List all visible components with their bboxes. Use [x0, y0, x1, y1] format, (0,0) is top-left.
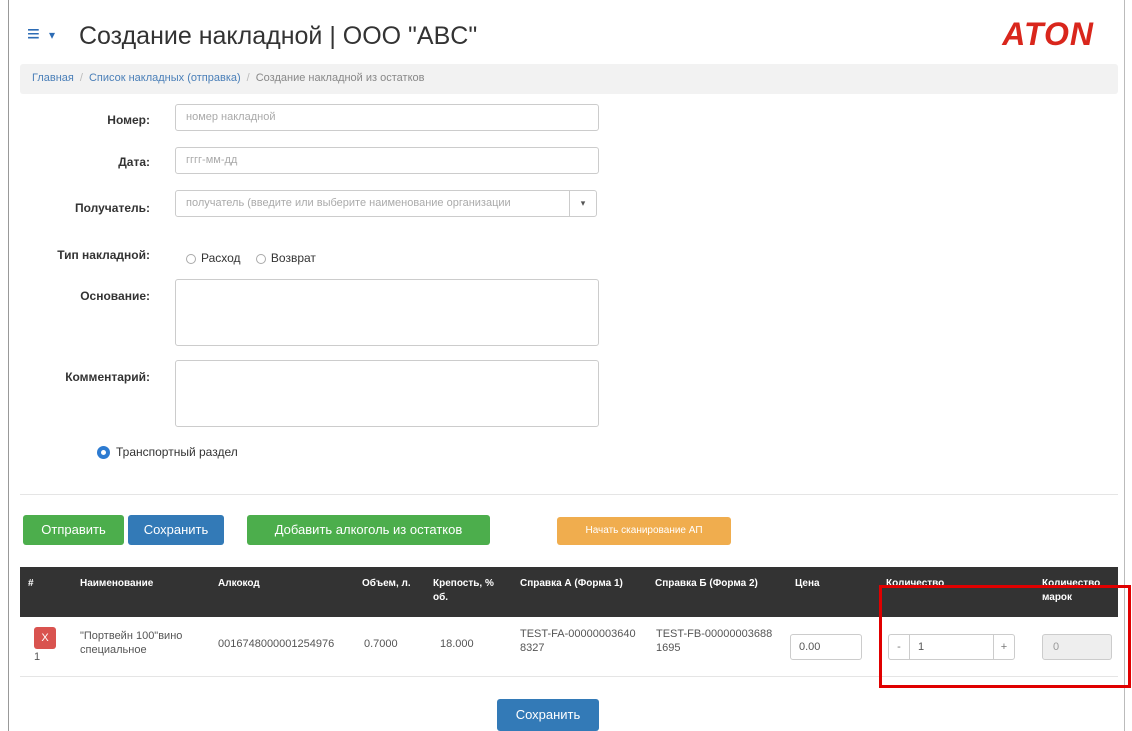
transport-section-label: Транспортный раздел — [116, 445, 238, 459]
comment-textarea[interactable] — [175, 360, 599, 427]
radio-checked-icon — [97, 446, 110, 460]
breadcrumb-separator: / — [246, 72, 250, 84]
column-header-price: Цена — [795, 578, 820, 589]
invoice-type-radio-group: Расход Возврат — [186, 251, 328, 265]
transport-section-toggle[interactable]: Транспортный раздел — [97, 445, 238, 460]
start-scan-button[interactable]: Начать сканирование АП — [557, 517, 731, 545]
quantity-highlight-box — [879, 585, 1131, 688]
save-button[interactable]: Сохранить — [128, 515, 224, 545]
breadcrumb-invoice-list[interactable]: Список накладных (отправка) — [89, 72, 241, 84]
basis-textarea[interactable] — [175, 279, 599, 346]
aton-logo: ATON — [1002, 16, 1094, 52]
radio-expense[interactable] — [186, 253, 196, 264]
cell-ref-a: TEST-FA-000000036408327 — [520, 628, 636, 654]
date-input[interactable]: гггг-мм-дд — [175, 147, 599, 174]
column-header-name: Наименование — [80, 578, 154, 589]
radio-return[interactable] — [255, 253, 266, 264]
radio-expense-label: Расход — [201, 251, 241, 265]
column-header-ref-b: Справка Б (Форма 2) — [655, 578, 758, 589]
column-header-index: # — [28, 578, 34, 589]
basis-label: Основание: — [80, 289, 150, 303]
date-label: Дата: — [118, 155, 150, 169]
price-input[interactable]: 0.00 — [790, 634, 862, 660]
add-from-stock-button[interactable]: Добавить алкоголь из остатков — [247, 515, 490, 545]
column-header-strength: Крепость, % об. — [433, 578, 494, 603]
cell-alcocode: 0016748000001254976 — [218, 638, 335, 650]
send-button[interactable]: Отправить — [23, 515, 124, 545]
cell-volume: 0.7000 — [364, 638, 398, 650]
recipient-input[interactable]: получатель (введите или выберите наимено… — [175, 190, 570, 217]
hamburger-icon[interactable]: ≡ — [27, 23, 40, 45]
recipient-label: Получатель: — [75, 201, 150, 215]
delete-row-button[interactable]: X — [34, 627, 56, 649]
cell-name: "Портвейн 100"вино специальное — [80, 630, 183, 656]
column-header-volume: Объем, л. — [362, 578, 411, 589]
breadcrumb-separator: / — [79, 72, 83, 84]
row-number: 1 — [34, 651, 41, 663]
breadcrumb-home[interactable]: Главная — [32, 72, 74, 84]
invoice-type-label: Тип накладной: — [57, 248, 150, 262]
header: ≡ ▾ Создание накладной | ООО "ABC" ATON — [9, 0, 1124, 64]
breadcrumb: Главная / Список накладных (отправка) / Созд… — [20, 64, 1118, 94]
page-title: Создание накладной | ООО "ABC" — [79, 22, 478, 50]
chevron-down-icon[interactable]: ▾ — [49, 28, 55, 42]
cell-strength: 18.000 — [440, 638, 474, 650]
window-border-left — [8, 0, 9, 731]
number-label: Номер: — [107, 113, 150, 127]
breadcrumb-current: Создание накладной из остатков — [255, 72, 425, 84]
number-input[interactable]: номер накладной — [175, 104, 599, 131]
save-bottom-button[interactable]: Сохранить — [497, 699, 599, 731]
divider — [20, 494, 1118, 495]
column-header-ref-a: Справка А (Форма 1) — [520, 578, 623, 589]
recipient-dropdown-button[interactable]: ▾ — [569, 190, 597, 217]
column-header-alcocode: Алкокод — [218, 578, 260, 589]
cell-ref-b: TEST-FB-000000036881695 — [656, 628, 773, 654]
radio-return-label: Возврат — [270, 251, 316, 265]
comment-label: Комментарий: — [65, 370, 150, 384]
caret-down-icon: ▾ — [580, 198, 586, 208]
